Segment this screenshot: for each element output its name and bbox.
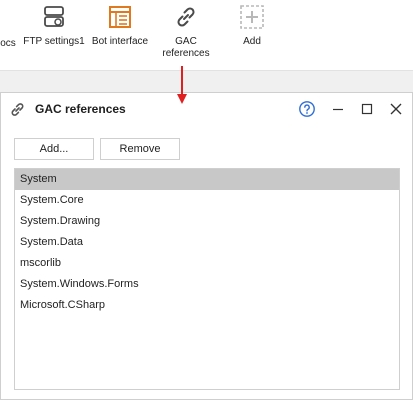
bot-interface-icon <box>109 6 131 28</box>
gac-references-dialog: GAC references Add... Remove System Syst… <box>0 92 413 400</box>
dialog-titlebar[interactable]: GAC references <box>1 93 412 125</box>
list-item[interactable]: System.Data <box>15 232 399 253</box>
references-list[interactable]: System System.Core System.Drawing System… <box>14 168 400 390</box>
link-icon <box>177 7 195 27</box>
toolbar-item-add[interactable]: Add <box>232 4 272 48</box>
help-icon[interactable] <box>298 100 316 118</box>
ftp-settings-icon <box>44 6 64 27</box>
dialog-title: GAC references <box>35 102 126 116</box>
close-icon[interactable] <box>387 100 405 118</box>
toolbar-item-ftp-settings[interactable]: FTP settings1 <box>22 4 86 48</box>
remove-button[interactable]: Remove <box>100 138 180 160</box>
toolbar-item-docs[interactable]: ocs <box>0 38 18 50</box>
list-item[interactable]: System.Drawing <box>15 211 399 232</box>
list-item[interactable]: System.Core <box>15 190 399 211</box>
toolbar-item-label: ocs <box>0 38 16 49</box>
add-icon <box>240 5 264 29</box>
list-item[interactable]: mscorlib <box>15 253 399 274</box>
toolbar: ocs FTP settings1 Bot interface GAC refe… <box>0 0 413 70</box>
minimize-icon[interactable] <box>329 100 347 118</box>
list-item[interactable]: System.Windows.Forms <box>15 274 399 295</box>
toolbar-item-bot-interface[interactable]: Bot interface <box>90 4 150 48</box>
toolbar-item-label: Bot interface <box>91 36 149 47</box>
list-item[interactable]: Microsoft.CSharp <box>15 295 399 316</box>
toolbar-item-gac-references[interactable]: GAC references <box>158 4 214 60</box>
add-button[interactable]: Add... <box>14 138 94 160</box>
toolbar-item-label: GAC references <box>162 36 210 59</box>
maximize-icon[interactable] <box>358 100 376 118</box>
toolbar-band <box>0 70 413 93</box>
annotation-arrow <box>177 66 187 104</box>
toolbar-item-label: FTP settings1 <box>23 36 85 47</box>
link-icon <box>11 103 24 116</box>
list-item[interactable]: System <box>15 169 399 190</box>
toolbar-item-label: Add <box>243 36 261 47</box>
